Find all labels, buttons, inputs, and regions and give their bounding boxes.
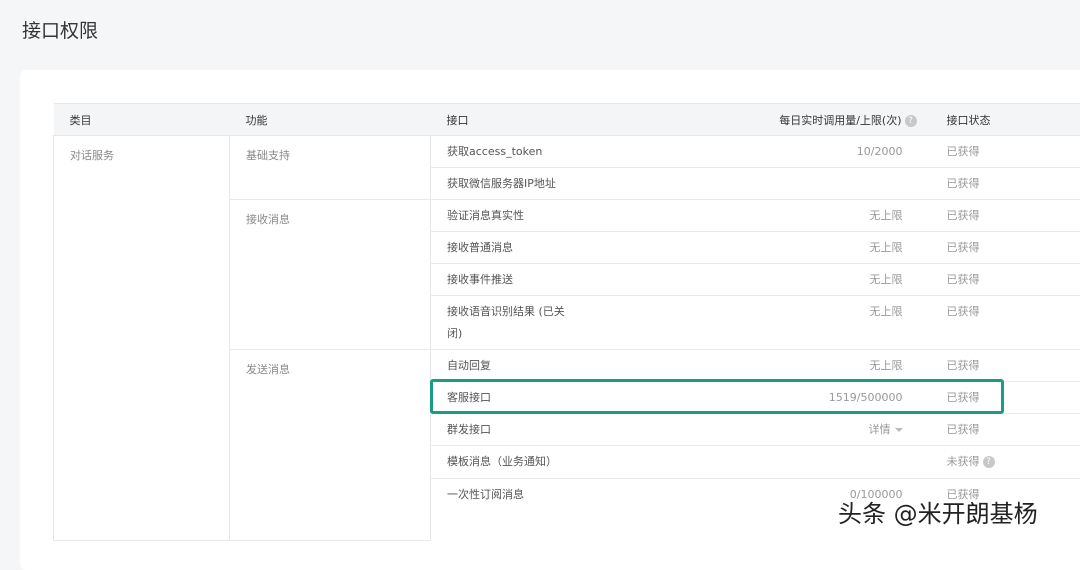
table-row: 对话服务 基础支持 获取access_token 10/2000 已获得 xyxy=(54,136,1080,168)
api-name: 一次性订阅消息 xyxy=(431,478,761,540)
status-value: 未获得? xyxy=(931,446,1080,478)
header-usage-label: 每日实时调用量/上限(次) xyxy=(779,114,901,127)
usage-value xyxy=(761,446,931,478)
table-header: 类目 功能 接口 每日实时调用量/上限(次)? 接口状态 xyxy=(54,104,1080,136)
function-cell: 发送消息 xyxy=(230,350,431,541)
status-value: 已获得 xyxy=(931,296,1080,350)
status-label: 未获得 xyxy=(947,455,980,468)
api-name: 获取微信服务器IP地址 xyxy=(431,168,761,200)
status-value: 已获得 xyxy=(931,232,1080,264)
usage-value xyxy=(761,168,931,200)
usage-value: 无上限 xyxy=(761,296,931,350)
caret-down-icon xyxy=(895,428,903,432)
api-permission-table: 类目 功能 接口 每日实时调用量/上限(次)? 接口状态 对话服务 基础支持 获… xyxy=(53,103,1080,541)
api-name: 自动回复 xyxy=(431,350,761,382)
help-icon[interactable]: ? xyxy=(905,115,917,127)
status-value: 已获得 xyxy=(931,168,1080,200)
status-value: 已获得 xyxy=(931,264,1080,296)
api-name: 接收普通消息 xyxy=(431,232,761,264)
api-name: 群发接口 xyxy=(431,414,761,446)
usage-value: 无上限 xyxy=(761,350,931,382)
details-dropdown[interactable]: 详情 xyxy=(761,414,931,446)
highlight-box xyxy=(430,379,1004,414)
status-value: 已获得 xyxy=(931,414,1080,446)
api-name: 获取access_token xyxy=(431,136,761,168)
status-value: 已获得 xyxy=(931,200,1080,232)
usage-value: 无上限 xyxy=(761,264,931,296)
api-name: 接收语音识别结果 (已关闭) xyxy=(431,296,761,350)
usage-value: 无上限 xyxy=(761,232,931,264)
help-icon[interactable]: ? xyxy=(983,456,995,468)
page-title: 接口权限 xyxy=(22,16,98,43)
status-value: 已获得 xyxy=(931,136,1080,168)
category-cell: 对话服务 xyxy=(54,136,230,541)
watermark: 头条 @米开朗基杨 xyxy=(838,494,1038,529)
header-api: 接口 xyxy=(431,104,761,136)
usage-value: 10/2000 xyxy=(761,136,931,168)
usage-value: 无上限 xyxy=(761,200,931,232)
header-status: 接口状态 xyxy=(931,104,1080,136)
api-name: 验证消息真实性 xyxy=(431,200,761,232)
status-value: 已获得 xyxy=(931,350,1080,382)
function-cell: 基础支持 xyxy=(230,136,431,200)
header-function: 功能 xyxy=(230,104,431,136)
header-category: 类目 xyxy=(54,104,230,136)
api-name-text: 接收语音识别结果 (已关闭) xyxy=(447,301,577,345)
details-label[interactable]: 详情 xyxy=(869,423,891,436)
api-name: 模板消息（业务通知） xyxy=(431,446,761,478)
function-cell: 接收消息 xyxy=(230,200,431,350)
header-usage: 每日实时调用量/上限(次)? xyxy=(761,104,931,136)
api-name: 接收事件推送 xyxy=(431,264,761,296)
